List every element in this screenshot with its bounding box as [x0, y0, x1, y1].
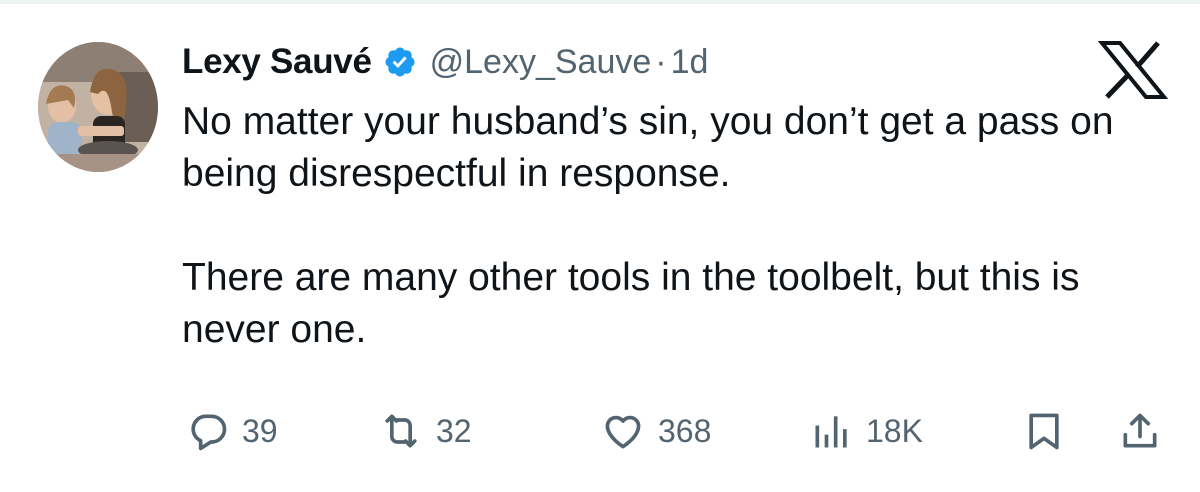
- x-logo-icon[interactable]: [1097, 40, 1169, 100]
- repost-icon: [378, 409, 424, 453]
- view-count: 18K: [866, 412, 923, 449]
- share-button[interactable]: [1118, 404, 1162, 458]
- views-chart-icon: [810, 409, 854, 453]
- timestamp[interactable]: 1d: [671, 43, 709, 82]
- top-divider: [0, 0, 1200, 4]
- author-handle[interactable]: @Lexy_Sauve: [430, 43, 652, 82]
- tweet-body: No matter your husband’s sin, you don’t …: [182, 96, 1142, 356]
- tweet-paragraph: No matter your husband’s sin, you don’t …: [182, 100, 1114, 195]
- repost-button[interactable]: 32: [378, 404, 472, 458]
- verified-badge-icon: [382, 44, 418, 80]
- heart-icon: [600, 409, 646, 453]
- bookmark-button[interactable]: [1022, 404, 1066, 458]
- repost-count: 32: [436, 412, 472, 449]
- bookmark-icon: [1022, 408, 1066, 454]
- share-icon: [1118, 408, 1162, 454]
- separator-dot: ·: [655, 42, 667, 81]
- like-count: 368: [658, 412, 712, 449]
- action-bar: 39 32 368 18K: [186, 404, 1166, 458]
- reply-icon: [186, 409, 230, 453]
- tweet-header: Lexy Sauvé @Lexy_Sauve · 1d: [182, 42, 708, 82]
- reply-button[interactable]: 39: [186, 404, 278, 458]
- views-button[interactable]: 18K: [810, 404, 923, 458]
- like-button[interactable]: 368: [600, 404, 711, 458]
- author-name[interactable]: Lexy Sauvé: [182, 42, 372, 82]
- reply-count: 39: [242, 412, 278, 449]
- avatar[interactable]: [38, 42, 158, 172]
- tweet-paragraph: There are many other tools in the toolbe…: [182, 256, 1080, 351]
